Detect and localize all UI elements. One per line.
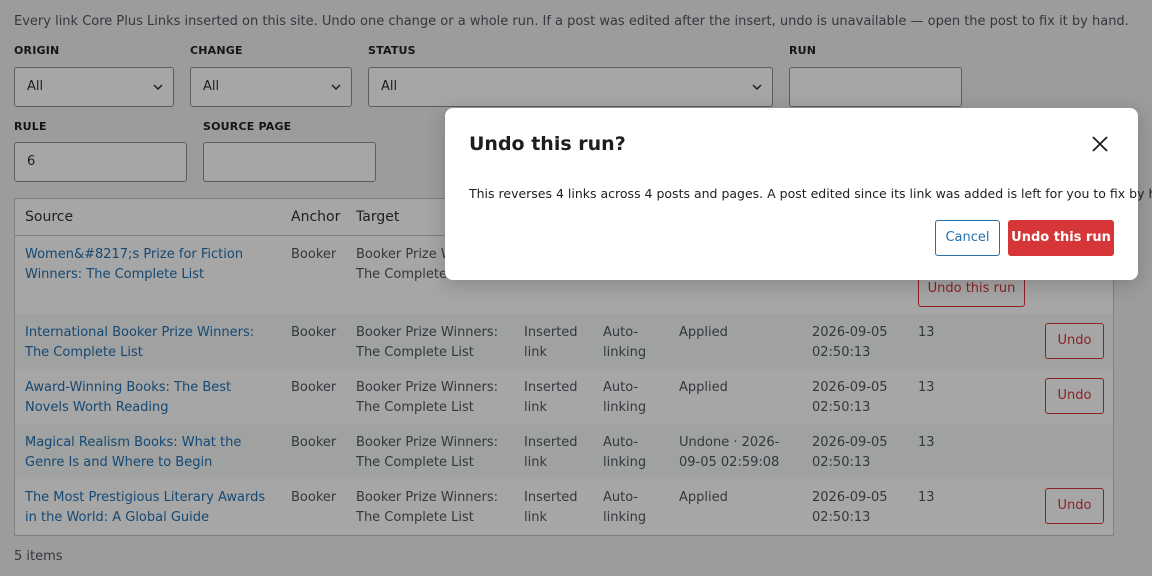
undo-run-dialog: Undo this run? This reverses 4 links acr…	[445, 108, 1152, 280]
close-icon[interactable]	[1090, 134, 1110, 154]
dialog-message: This reverses 4 links across 4 posts and…	[469, 186, 1152, 201]
confirm-undo-run-button[interactable]: Undo this run	[1008, 220, 1114, 256]
modal-backdrop[interactable]	[0, 0, 1152, 576]
dialog-title: Undo this run?	[469, 133, 626, 155]
cancel-button[interactable]: Cancel	[935, 220, 1000, 256]
